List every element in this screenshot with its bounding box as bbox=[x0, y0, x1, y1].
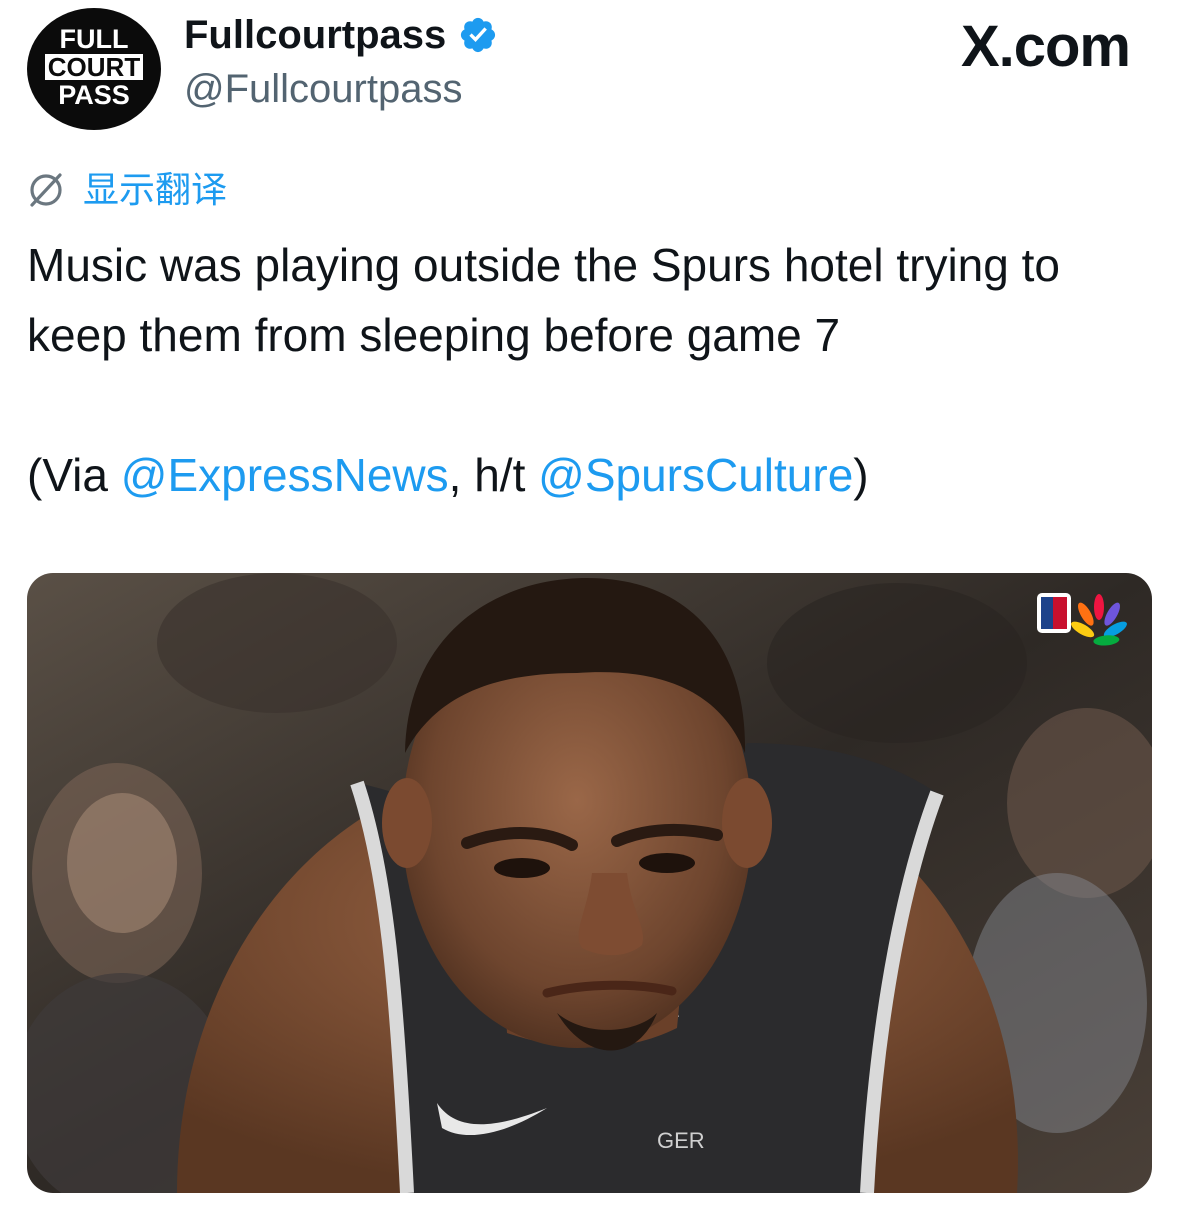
author-display-name[interactable]: Fullcourtpass bbox=[184, 12, 446, 58]
tweet-via-line: (Via @ExpressNews, h/t @SpursCulture) bbox=[27, 440, 1152, 510]
tweet-media-image[interactable]: GER bbox=[27, 573, 1152, 1193]
author-handle[interactable]: @Fullcourtpass bbox=[184, 66, 462, 112]
via-open: (Via bbox=[27, 449, 121, 501]
translate-icon bbox=[30, 173, 62, 207]
basketball-player-photo: GER bbox=[27, 573, 1152, 1193]
show-translation-button[interactable]: 显示翻译 bbox=[27, 168, 227, 212]
show-translation-label: 显示翻译 bbox=[83, 169, 228, 210]
brand-watermark: X.com bbox=[960, 14, 1131, 79]
avatar-logo-line-3: PASS bbox=[58, 80, 130, 110]
tweet-line: Music was playing outside the Spurs hote… bbox=[27, 239, 1060, 361]
mention-expressnews-link[interactable]: @ExpressNews bbox=[121, 449, 449, 501]
author-name-row[interactable]: Fullcourtpass bbox=[184, 12, 498, 58]
via-middle: , h/t bbox=[448, 449, 539, 501]
verified-badge-icon bbox=[461, 17, 496, 53]
avatar-logo-line-2: COURT bbox=[48, 52, 141, 82]
fullcourtpass-logo: FULL COURT PASS bbox=[45, 24, 143, 110]
tweet-text: Music was playing outside the Spurs hote… bbox=[27, 230, 1152, 510]
avatar[interactable]: FULL COURT PASS bbox=[27, 8, 161, 130]
jersey-text: GER bbox=[657, 1128, 705, 1153]
via-close: ) bbox=[853, 449, 869, 501]
mention-spursculture-link[interactable]: @SpursCulture bbox=[538, 449, 853, 501]
avatar-logo-line-1: FULL bbox=[60, 24, 129, 54]
